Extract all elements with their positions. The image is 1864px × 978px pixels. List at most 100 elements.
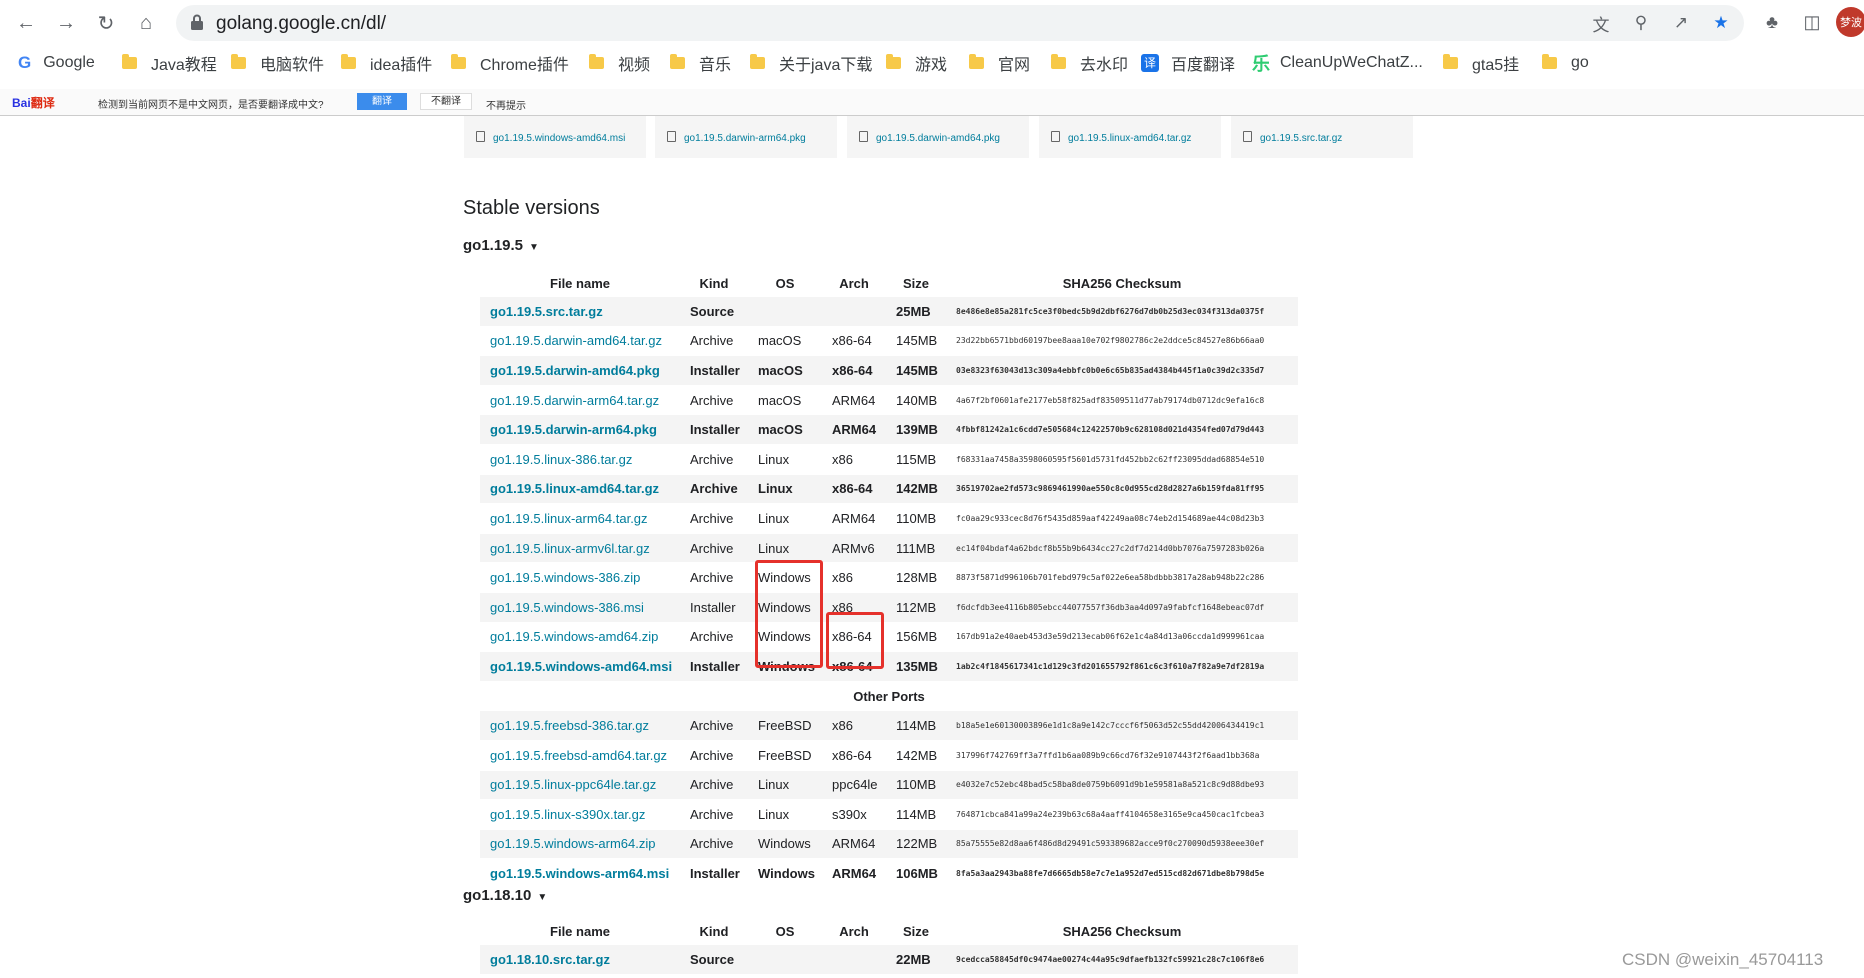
featured-download-card[interactable]: go1.19.5.darwin-amd64.pkg xyxy=(847,116,1029,158)
checksum-cell: 317996f742769ff3a7ffd1b6aa089b9c66cd76f3… xyxy=(946,740,1298,771)
zoom-icon[interactable]: ⚲ xyxy=(1630,12,1652,34)
file-name-link[interactable]: go1.18.10.src.tar.gz xyxy=(480,945,680,975)
col-header-os: OS xyxy=(775,924,795,939)
bookmark-item[interactable]: 去水印 xyxy=(1051,52,1128,74)
size-cell: 145MB xyxy=(886,355,946,386)
translate-page-icon[interactable]: 文 xyxy=(1590,12,1612,35)
extensions-icon[interactable]: ♣ xyxy=(1760,10,1784,34)
lock-icon xyxy=(190,14,204,35)
file-name-link[interactable]: go1.19.5.windows-amd64.msi xyxy=(480,651,680,682)
size-cell: 128MB xyxy=(886,562,946,593)
no-translate-button[interactable]: 不翻译 xyxy=(420,93,472,110)
file-name-link[interactable]: go1.19.5.windows-386.msi xyxy=(480,592,680,623)
featured-download-card[interactable]: go1.19.5.windows-amd64.msi xyxy=(464,116,646,158)
checksum-cell: e4032e7c52ebc48bad5c58ba8de0759b6091d9b1… xyxy=(946,770,1298,801)
file-name-link[interactable]: go1.19.5.src.tar.gz xyxy=(480,297,680,327)
kind-cell: Archive xyxy=(680,326,748,357)
translate-infobar: Bai翻译 检测到当前网页不是中文网页，是否要翻译成中文? 翻译 不翻译 不再提… xyxy=(0,89,1864,116)
table-row: go1.19.5.linux-arm64.tar.gz Archive Linux A… xyxy=(480,503,1298,534)
file-name-link[interactable]: go1.19.5.windows-arm64.msi xyxy=(480,858,680,889)
url-text[interactable]: golang.google.cn/dl/ xyxy=(216,13,386,35)
home-icon[interactable]: ⌂ xyxy=(132,9,160,37)
other-ports-heading: Other Ports xyxy=(480,681,1298,712)
forward-icon[interactable]: → xyxy=(52,9,80,37)
arch-cell: ARM64 xyxy=(822,385,886,416)
file-name-link[interactable]: go1.19.5.darwin-arm64.tar.gz xyxy=(480,385,680,416)
os-cell: Linux xyxy=(748,799,822,830)
file-name-link[interactable]: go1.19.5.windows-arm64.zip xyxy=(480,829,680,860)
checksum-cell: 03e8323f63043d13c309a4ebbfc0b0e6c65b835a… xyxy=(946,355,1298,386)
back-icon[interactable]: ← xyxy=(12,9,40,37)
os-cell: Linux xyxy=(748,533,822,564)
bookmark-item[interactable]: idea插件 xyxy=(341,52,432,74)
file-name-link[interactable]: go1.19.5.freebsd-amd64.tar.gz xyxy=(480,740,680,771)
file-name-link[interactable]: go1.19.5.darwin-amd64.tar.gz xyxy=(480,326,680,357)
side-panel-icon[interactable]: ◫ xyxy=(1800,10,1824,34)
size-cell: 114MB xyxy=(886,710,946,741)
bookmark-star-icon[interactable]: ★ xyxy=(1710,12,1732,34)
bookmark-item[interactable]: G Google xyxy=(18,52,95,74)
file-name-link[interactable]: go1.19.5.windows-386.zip xyxy=(480,562,680,593)
folder-icon xyxy=(1443,54,1458,69)
bookmark-item[interactable]: 视频 xyxy=(589,52,650,74)
share-icon[interactable]: ↗ xyxy=(1670,12,1692,34)
kind-cell: Source xyxy=(680,297,748,327)
bookmark-item[interactable]: 译百度翻译 xyxy=(1141,52,1235,74)
kind-cell: Source xyxy=(680,945,748,975)
bookmark-item[interactable]: go xyxy=(1542,52,1589,74)
file-name-link[interactable]: go1.19.5.darwin-arm64.pkg xyxy=(480,414,680,445)
file-name-link[interactable]: go1.19.5.linux-386.tar.gz xyxy=(480,444,680,475)
bookmark-item[interactable]: 音乐 xyxy=(670,52,731,74)
checksum-cell: 4a67f2bf0601afe2177eb58f825adf83509511d7… xyxy=(946,385,1298,416)
address-bar[interactable]: golang.google.cn/dl/ 文 ⚲ ↗ ★ xyxy=(176,5,1744,41)
file-name-link[interactable]: go1.19.5.linux-amd64.tar.gz xyxy=(480,474,680,505)
folder-icon xyxy=(589,54,604,69)
arch-cell: x86-64 xyxy=(822,355,886,386)
featured-download-card[interactable]: go1.19.5.linux-amd64.tar.gz xyxy=(1039,116,1221,158)
checksum-cell: 1ab2c4f1845617341c1d129c3fd201655792f861… xyxy=(946,651,1298,682)
file-name-link[interactable]: go1.19.5.freebsd-386.tar.gz xyxy=(480,710,680,741)
table-row: go1.19.5.freebsd-amd64.tar.gz Archive Free… xyxy=(480,740,1298,771)
translate-message: 检测到当前网页不是中文网页，是否要翻译成中文? xyxy=(98,100,324,111)
bookmark-item[interactable]: 关于java下载 xyxy=(750,52,872,74)
os-cell: FreeBSD xyxy=(748,740,822,771)
version-toggle[interactable]: go1.18.10 ▼ xyxy=(463,887,547,904)
os-cell: macOS xyxy=(748,355,822,386)
folder-icon xyxy=(451,54,466,69)
table-row: go1.19.5.linux-armv6l.tar.gz Archive Linux… xyxy=(480,533,1298,564)
bookmark-item[interactable]: Chrome插件 xyxy=(451,52,569,74)
col-header-size: Size xyxy=(902,276,929,291)
browser-toolbar: ← → ↻ ⌂ golang.google.cn/dl/ 文 ⚲ ↗ ★ ♣ ◫… xyxy=(0,0,1864,46)
kind-cell: Archive xyxy=(680,385,748,416)
reload-icon[interactable]: ↻ xyxy=(92,9,120,37)
file-name-link[interactable]: go1.19.5.linux-ppc64le.tar.gz xyxy=(480,770,680,801)
table-row: go1.19.5.windows-arm64.zip Archive Windows… xyxy=(480,829,1298,860)
bookmark-item[interactable]: 电脑软件 xyxy=(231,52,324,74)
size-cell: 139MB xyxy=(886,414,946,445)
file-name-link[interactable]: go1.19.5.windows-amd64.zip xyxy=(480,622,680,653)
version-toggle[interactable]: go1.19.5 ▼ xyxy=(463,237,539,254)
bookmark-item[interactable]: 乐 CleanUpWeChatZ... xyxy=(1252,52,1423,74)
size-cell: 142MB xyxy=(886,474,946,505)
size-cell: 140MB xyxy=(886,385,946,416)
no-prompt-link[interactable]: 不再提示 xyxy=(486,97,526,112)
file-name-link[interactable]: go1.19.5.darwin-amd64.pkg xyxy=(480,355,680,386)
file-name-link[interactable]: go1.19.5.linux-arm64.tar.gz xyxy=(480,503,680,534)
table-header-row: File name Kind OS Arch Size SHA256 Check… xyxy=(480,270,1298,297)
bookmark-item[interactable]: 游戏 xyxy=(886,52,947,74)
profile-avatar[interactable]: 梦波 xyxy=(1836,7,1864,37)
bookmark-item[interactable]: gta5挂 xyxy=(1443,52,1519,74)
file-name-link[interactable]: go1.19.5.linux-armv6l.tar.gz xyxy=(480,533,680,564)
size-cell: 22MB xyxy=(886,945,946,975)
featured-download-card[interactable]: go1.19.5.src.tar.gz xyxy=(1231,116,1413,158)
bookmark-item[interactable]: Java教程 xyxy=(122,52,217,74)
bookmark-item[interactable]: 官网 xyxy=(969,52,1030,74)
col-header-checksum: SHA256 Checksum xyxy=(1062,276,1182,291)
cleanup-icon: 乐 xyxy=(1252,54,1270,74)
checksum-cell: fc0aa29c933cec8d76f5435d859aaf42249aa08c… xyxy=(946,503,1298,534)
checksum-cell: 9cedcca58845df0c9474ae00274c44a95c9dfaef… xyxy=(946,945,1298,975)
featured-download-card[interactable]: go1.19.5.darwin-arm64.pkg xyxy=(655,116,837,158)
table-row: go1.19.5.src.tar.gz Source 25MB 8e486e8e85a… xyxy=(480,297,1298,327)
translate-button[interactable]: 翻译 xyxy=(357,93,407,110)
file-name-link[interactable]: go1.19.5.linux-s390x.tar.gz xyxy=(480,799,680,830)
